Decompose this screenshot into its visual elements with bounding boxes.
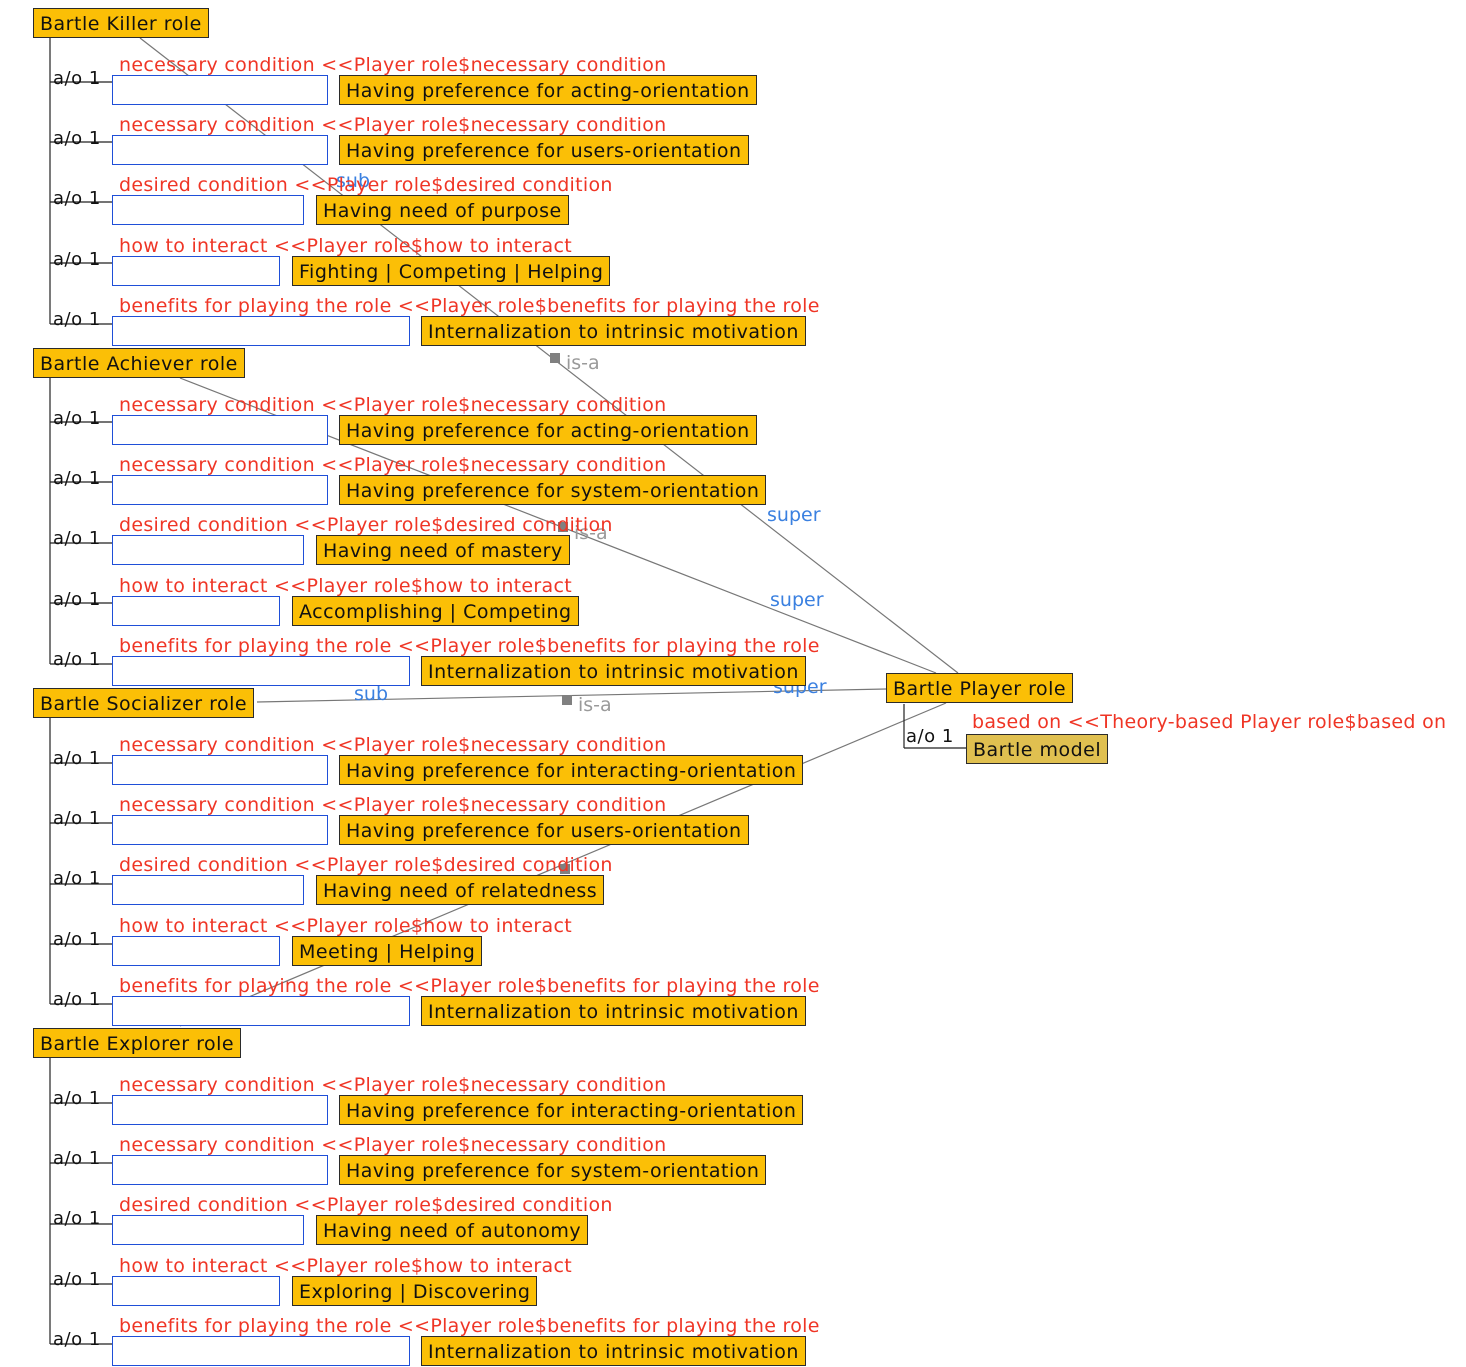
cardinality-label: a/o 1 (53, 309, 101, 330)
slot-value[interactable]: Having need of autonomy (316, 1215, 589, 1245)
slot-value[interactable]: Having preference for users-orientation (339, 815, 749, 845)
slot-value[interactable]: Internalization to intrinsic motivation (421, 1336, 806, 1366)
slot-label: necessary condition <<Player role$necess… (119, 114, 667, 136)
slot-label: desired condition <<Player role$desired … (119, 174, 613, 196)
slot-value[interactable]: Internalization to intrinsic motivation (421, 656, 806, 686)
slot-input[interactable] (112, 596, 280, 626)
slot-value[interactable]: Having preference for system-orientation (339, 1155, 767, 1185)
slot-label: necessary condition <<Player role$necess… (119, 794, 667, 816)
cardinality-label: a/o 1 (53, 1088, 101, 1109)
slot-input[interactable] (112, 1336, 410, 1366)
slot-input[interactable] (112, 535, 304, 565)
slot-value[interactable]: Having need of relatedness (316, 875, 605, 905)
cardinality-label: a/o 1 (53, 1208, 101, 1229)
cardinality-label: a/o 1 (53, 468, 101, 489)
slot-input[interactable] (112, 1095, 328, 1125)
slot-label: how to interact <<Player role$how to int… (119, 575, 572, 597)
cardinality-label: a/o 1 (53, 528, 101, 549)
slot-label: necessary condition <<Player role$necess… (119, 54, 667, 76)
slot-value[interactable]: Having preference for users-orientation (339, 135, 749, 165)
cardinality-label: a/o 1 (53, 929, 101, 950)
role-node[interactable]: Bartle Socializer role (33, 688, 255, 718)
slot-input[interactable] (112, 936, 280, 966)
slot-value[interactable]: Having preference for system-orientation (339, 475, 767, 505)
edge-label-isa: is-a (578, 694, 612, 716)
slot-label: necessary condition <<Player role$necess… (119, 394, 667, 416)
slot-input[interactable] (112, 135, 328, 165)
slot-label: necessary condition <<Player role$necess… (119, 1074, 667, 1096)
role-node[interactable]: Bartle Killer role (33, 8, 209, 38)
cardinality-label: a/o 1 (53, 1329, 101, 1350)
slot-input[interactable] (112, 316, 410, 346)
slot-input[interactable] (112, 1215, 304, 1245)
slot-input[interactable] (112, 195, 304, 225)
cardinality-label: a/o 1 (53, 748, 101, 769)
slot-value[interactable]: Having preference for acting-orientation (339, 415, 757, 445)
slot-label: benefits for playing the role <<Player r… (119, 975, 820, 997)
cardinality-label: a/o 1 (53, 808, 101, 829)
slot-value[interactable]: Exploring | Discovering (292, 1276, 538, 1306)
cardinality-label: a/o 1 (53, 868, 101, 889)
slot-input[interactable] (112, 996, 410, 1026)
isa-marker (550, 353, 560, 363)
slot-input[interactable] (112, 475, 328, 505)
edge-label-isa: is-a (566, 352, 600, 374)
edge-label-super: super (770, 589, 824, 611)
parent-slot-label: based on <<Theory-based Player role$base… (972, 711, 1447, 733)
slot-label: desired condition <<Player role$desired … (119, 1194, 613, 1216)
parent-slot-value[interactable]: Bartle model (966, 734, 1109, 764)
slot-label: how to interact <<Player role$how to int… (119, 1255, 572, 1277)
slot-input[interactable] (112, 75, 328, 105)
slot-input[interactable] (112, 1155, 328, 1185)
edge-label-super: super (767, 504, 821, 526)
cardinality-label: a/o 1 (53, 589, 101, 610)
slot-value[interactable]: Having preference for interacting-orient… (339, 1095, 804, 1125)
slot-value[interactable]: Internalization to intrinsic motivation (421, 316, 806, 346)
slot-input[interactable] (112, 656, 410, 686)
slot-label: benefits for playing the role <<Player r… (119, 635, 820, 657)
slot-value[interactable]: Accomplishing | Competing (292, 596, 579, 626)
slot-input[interactable] (112, 1276, 280, 1306)
role-node[interactable]: Bartle Explorer role (33, 1028, 242, 1058)
role-node[interactable]: Bartle Achiever role (33, 348, 245, 378)
isa-marker (562, 695, 572, 705)
slot-input[interactable] (112, 815, 328, 845)
cardinality-label: a/o 1 (53, 249, 101, 270)
cardinality-label: a/o 1 (53, 68, 101, 89)
slot-value[interactable]: Having need of mastery (316, 535, 570, 565)
slot-value[interactable]: Having preference for interacting-orient… (339, 755, 804, 785)
slot-label: benefits for playing the role <<Player r… (119, 1315, 820, 1337)
slot-input[interactable] (112, 755, 328, 785)
cardinality-label: a/o 1 (53, 989, 101, 1010)
slot-label: desired condition <<Player role$desired … (119, 854, 613, 876)
cardinality-label: a/o 1 (53, 188, 101, 209)
slot-label: necessary condition <<Player role$necess… (119, 454, 667, 476)
cardinality-label: a/o 1 (53, 408, 101, 429)
cardinality-label: a/o 1 (53, 649, 101, 670)
slot-value[interactable]: Fighting | Competing | Helping (292, 256, 611, 286)
slot-value[interactable]: Having preference for acting-orientation (339, 75, 757, 105)
slot-label: necessary condition <<Player role$necess… (119, 1134, 667, 1156)
slot-input[interactable] (112, 875, 304, 905)
slot-value[interactable]: Internalization to intrinsic motivation (421, 996, 806, 1026)
slot-label: how to interact <<Player role$how to int… (119, 915, 572, 937)
slot-label: benefits for playing the role <<Player r… (119, 295, 820, 317)
cardinality-label: a/o 1 (906, 726, 954, 747)
slot-input[interactable] (112, 256, 280, 286)
slot-input[interactable] (112, 415, 328, 445)
parent-node[interactable]: Bartle Player role (886, 673, 1074, 703)
cardinality-label: a/o 1 (53, 1269, 101, 1290)
cardinality-label: a/o 1 (53, 1148, 101, 1169)
slot-label: desired condition <<Player role$desired … (119, 514, 613, 536)
slot-label: how to interact <<Player role$how to int… (119, 235, 572, 257)
edge-label-sub: sub (354, 683, 389, 705)
cardinality-label: a/o 1 (53, 128, 101, 149)
slot-label: necessary condition <<Player role$necess… (119, 734, 667, 756)
slot-value[interactable]: Having need of purpose (316, 195, 569, 225)
slot-value[interactable]: Meeting | Helping (292, 936, 483, 966)
